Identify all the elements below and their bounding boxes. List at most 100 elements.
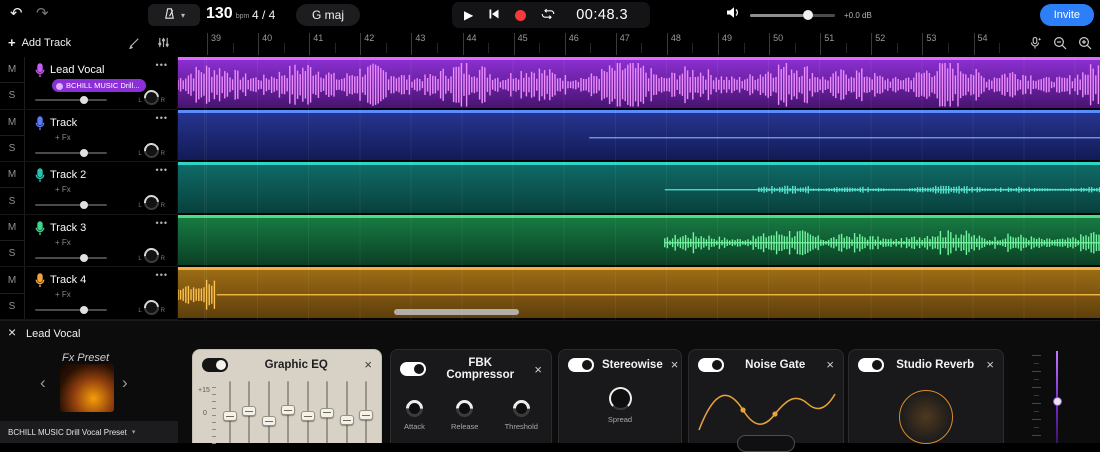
effect-toggle[interactable]	[202, 358, 228, 372]
add-fx-button[interactable]: + Fx	[55, 133, 71, 142]
gate-threshold-pill[interactable]	[737, 435, 795, 452]
close-icon[interactable]: ×	[364, 357, 372, 372]
bpm-control[interactable]: 130 bpm	[206, 5, 249, 23]
track-volume-slider[interactable]	[35, 152, 107, 154]
track-volume-slider[interactable]	[35, 257, 107, 259]
audio-region[interactable]	[178, 267, 1100, 318]
loop-button[interactable]	[541, 8, 555, 23]
solo-button[interactable]: S	[0, 294, 24, 319]
slider-handle[interactable]	[80, 306, 88, 314]
close-icon[interactable]: ×	[986, 357, 994, 372]
pan-control[interactable]: L R	[138, 248, 165, 263]
audio-region[interactable]	[178, 110, 1100, 161]
track-volume-slider[interactable]	[35, 204, 107, 206]
knob-dial[interactable]	[402, 396, 426, 420]
spread-knob[interactable]: Spread	[608, 387, 632, 424]
knob-dial[interactable]	[453, 396, 477, 420]
pan-knob[interactable]	[141, 245, 162, 266]
key-button[interactable]: G maj	[296, 4, 360, 26]
preset-badge[interactable]: BCHILL MUSIC Drill...	[52, 79, 146, 92]
track-row[interactable]: M S Lead Vocal ••• BCHILL MUSIC Drill...…	[0, 57, 177, 110]
track-menu-button[interactable]: •••	[156, 60, 168, 70]
add-track-button[interactable]: + Add Track	[8, 35, 71, 50]
close-panel-icon[interactable]: ×	[8, 324, 16, 340]
eq-band-handle[interactable]	[262, 416, 276, 426]
track-volume-slider[interactable]	[35, 309, 107, 311]
close-icon[interactable]: ×	[826, 357, 834, 372]
preset-dropdown[interactable]: BCHILL MUSIC Drill Vocal Preset ▾	[0, 421, 178, 443]
track-menu-button[interactable]: •••	[156, 218, 168, 228]
effect-toggle[interactable]	[400, 362, 426, 376]
zoom-out-icon[interactable]	[1053, 36, 1067, 53]
attack-knob[interactable]: Attack	[404, 400, 425, 431]
pan-control[interactable]: L R	[138, 300, 165, 315]
audio-region[interactable]	[178, 162, 1100, 213]
eq-band-slider[interactable]	[340, 379, 354, 444]
time-display[interactable]: 00:48.3	[576, 7, 628, 23]
eq-band-handle[interactable]	[281, 405, 295, 415]
pan-control[interactable]: L R	[138, 195, 165, 210]
solo-button[interactable]: S	[0, 188, 24, 213]
vocal-fx-icon[interactable]	[1028, 36, 1042, 53]
track-menu-button[interactable]: •••	[156, 113, 168, 123]
pan-knob[interactable]	[141, 297, 162, 318]
solo-button[interactable]: S	[0, 241, 24, 266]
mute-button[interactable]: M	[0, 267, 24, 293]
pan-control[interactable]: L R	[138, 90, 165, 105]
mute-button[interactable]: M	[0, 57, 24, 83]
eq-band-handle[interactable]	[242, 406, 256, 416]
eq-band-handle[interactable]	[359, 410, 373, 420]
volume-handle[interactable]	[803, 10, 813, 20]
track-row[interactable]: M S Track 2 ••• + Fx L R	[0, 162, 177, 215]
effect-toggle[interactable]	[858, 358, 884, 372]
add-fx-button[interactable]: + Fx	[55, 238, 71, 247]
slider-handle[interactable]	[80, 254, 88, 262]
solo-button[interactable]: S	[0, 136, 24, 161]
pan-knob[interactable]	[141, 140, 162, 161]
eq-band-handle[interactable]	[340, 415, 354, 425]
solo-button[interactable]: S	[0, 83, 24, 108]
edit-tool-icon[interactable]	[128, 36, 141, 52]
track-volume-slider[interactable]	[35, 99, 107, 101]
knob-dial[interactable]	[509, 396, 533, 420]
metronome-button[interactable]: ▾	[148, 4, 200, 26]
track-row[interactable]: M S Track ••• + Fx L R	[0, 110, 177, 163]
knob-dial[interactable]	[609, 387, 632, 410]
preset-next-button[interactable]: ›	[122, 373, 128, 393]
mute-button[interactable]: M	[0, 162, 24, 188]
eq-band-handle[interactable]	[320, 408, 334, 418]
mute-button[interactable]: M	[0, 215, 24, 241]
master-volume-slider[interactable]	[750, 14, 835, 17]
reverb-size-dial[interactable]	[899, 390, 953, 444]
fader-handle[interactable]	[1053, 397, 1062, 406]
effect-toggle[interactable]	[698, 358, 724, 372]
slider-handle[interactable]	[80, 201, 88, 209]
timeline-ruler[interactable]: 39404142434445464748495051525354	[179, 30, 1021, 57]
eq-band-slider[interactable]	[223, 379, 237, 444]
add-fx-button[interactable]: + Fx	[55, 290, 71, 299]
timeline[interactable]	[178, 57, 1100, 320]
effect-toggle[interactable]	[568, 358, 594, 372]
release-knob[interactable]: Release	[451, 400, 479, 431]
track-menu-button[interactable]: •••	[156, 270, 168, 280]
preset-prev-button[interactable]: ‹	[40, 373, 46, 393]
play-button[interactable]: ▶	[464, 8, 473, 22]
preset-thumbnail[interactable]	[60, 364, 114, 412]
eq-band-handle[interactable]	[301, 411, 315, 421]
eq-band-slider[interactable]	[242, 379, 256, 444]
mute-button[interactable]: M	[0, 110, 24, 136]
audio-region[interactable]	[178, 57, 1100, 108]
redo-button[interactable]: ↷	[36, 4, 49, 22]
record-button[interactable]	[515, 10, 526, 21]
invite-button[interactable]: Invite	[1040, 4, 1094, 26]
slider-handle[interactable]	[80, 149, 88, 157]
horizontal-scrollbar[interactable]	[394, 309, 519, 315]
add-fx-button[interactable]: + Fx	[55, 185, 71, 194]
audio-region[interactable]	[178, 215, 1100, 266]
eq-band-slider[interactable]	[281, 379, 295, 444]
eq-band-slider[interactable]	[262, 379, 276, 444]
pan-knob[interactable]	[141, 192, 162, 213]
eq-band-slider[interactable]	[301, 379, 315, 444]
pan-knob[interactable]	[141, 87, 162, 108]
eq-band-slider[interactable]	[320, 379, 334, 444]
